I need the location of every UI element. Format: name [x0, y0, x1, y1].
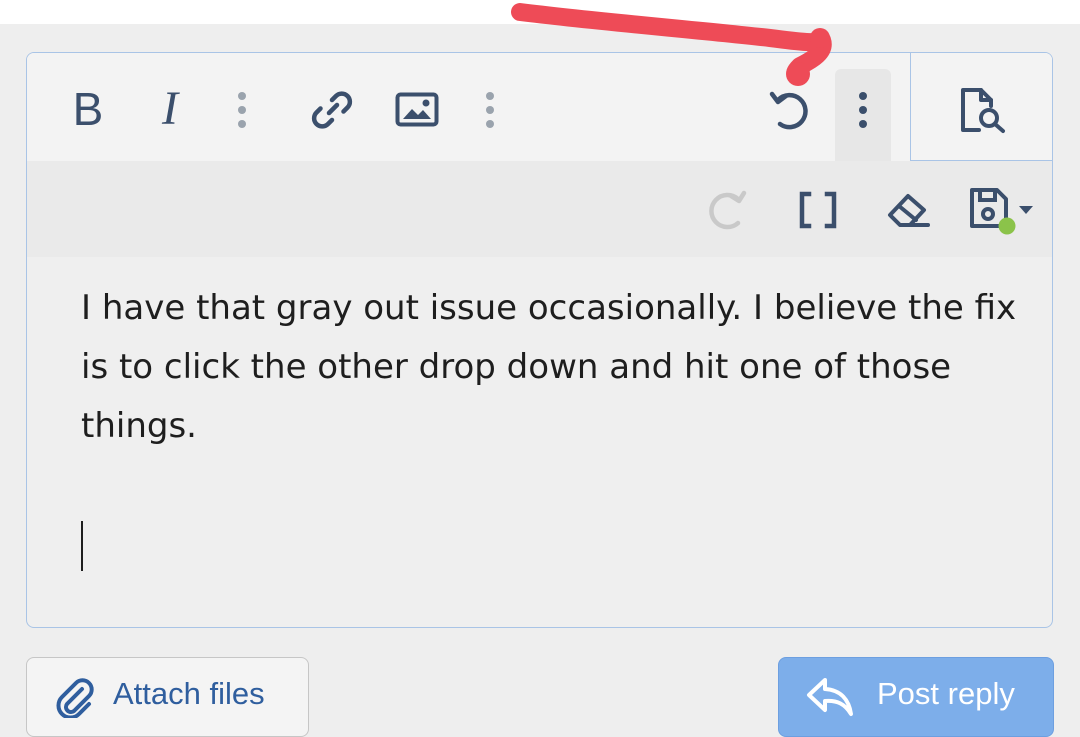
undo-button[interactable]	[763, 85, 817, 135]
post-reply-button[interactable]: Post reply	[778, 657, 1054, 737]
reply-icon	[807, 678, 853, 716]
more-insert-button[interactable]	[473, 87, 507, 133]
toggle-bbcode-button[interactable]	[793, 185, 843, 235]
preview-icon	[961, 88, 1005, 133]
text-cursor	[81, 521, 83, 571]
italic-icon: I	[162, 82, 178, 135]
editor-toolbar-secondary	[27, 161, 1052, 257]
brackets-icon	[799, 191, 837, 229]
redo-button[interactable]	[703, 185, 751, 235]
bold-icon: B	[72, 83, 104, 135]
attach-files-button[interactable]: Attach files	[26, 657, 309, 737]
link-icon	[311, 91, 353, 129]
insert-link-button[interactable]	[307, 85, 357, 135]
preview-button[interactable]	[955, 85, 1009, 135]
redo-icon	[709, 190, 747, 230]
editor-toolbar-primary: B I	[27, 53, 1052, 161]
italic-button[interactable]: I	[147, 79, 193, 139]
save-draft-icon	[970, 188, 1016, 235]
more-options-button[interactable]	[845, 87, 881, 133]
editor-content[interactable]: I have that gray out issue occasionally.…	[81, 279, 1021, 456]
post-reply-label: Post reply	[877, 676, 1015, 711]
insert-image-button[interactable]	[393, 87, 441, 133]
more-dots-icon	[859, 92, 867, 128]
rich-text-editor: B I I have that gray out issue occasiona…	[26, 52, 1053, 628]
eraser-icon	[888, 194, 930, 227]
bold-button[interactable]: B	[65, 79, 111, 139]
more-dots-icon	[238, 92, 246, 128]
more-dots-icon	[486, 92, 494, 128]
save-draft-button[interactable]	[961, 183, 1041, 237]
paperclip-icon	[56, 678, 94, 718]
more-formatting-button[interactable]	[225, 87, 259, 133]
page-top-strip	[0, 0, 1080, 24]
undo-icon	[769, 91, 808, 130]
attach-files-label: Attach files	[113, 676, 265, 711]
dropdown-caret-icon	[1019, 206, 1033, 214]
image-icon	[395, 92, 439, 127]
remove-formatting-button[interactable]	[881, 185, 935, 235]
preview-cell	[910, 53, 1052, 161]
